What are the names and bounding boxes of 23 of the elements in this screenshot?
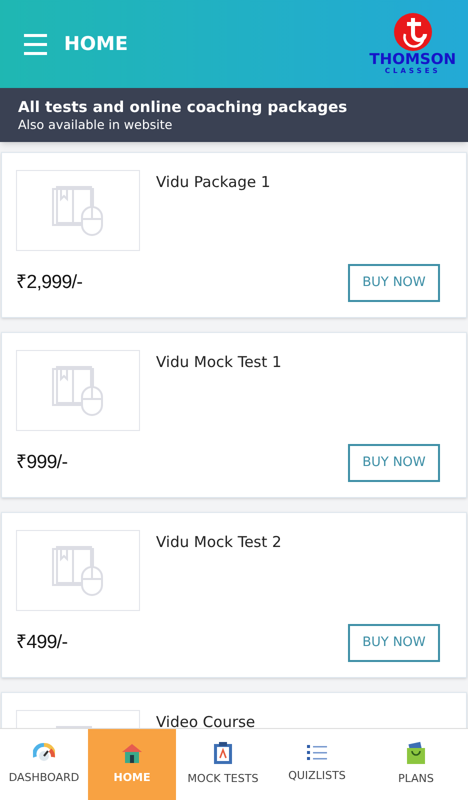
- logo-name: THOMSON: [369, 52, 456, 68]
- product-title: Vidu Package 1: [156, 172, 270, 193]
- buy-now-button[interactable]: BUY NOW: [348, 264, 440, 302]
- book-mouse-icon: [51, 544, 105, 596]
- buy-now-button[interactable]: BUY NOW: [348, 444, 440, 482]
- banner-title: All tests and online coaching packages: [18, 98, 348, 117]
- product-price: ₹999/-: [16, 450, 68, 475]
- product-price: ₹499/-: [16, 630, 68, 655]
- banner-subtitle: Also available in website: [18, 116, 174, 132]
- book-mouse-icon: [51, 184, 105, 236]
- shopping-bag-icon: [405, 741, 427, 766]
- clipboard-icon: [212, 741, 234, 766]
- buy-now-button[interactable]: BUY NOW: [348, 624, 440, 662]
- product-title: Video Course: [156, 712, 256, 728]
- product-price: ₹2,999/-: [16, 270, 82, 295]
- product-title: Vidu Mock Test 1: [156, 352, 282, 373]
- list-icon: [307, 744, 327, 762]
- page-title: HOME: [64, 32, 128, 57]
- logo-icon: [392, 12, 433, 52]
- menu-icon[interactable]: [24, 34, 47, 54]
- house-icon: [121, 742, 143, 764]
- book-mouse-icon: [51, 364, 105, 416]
- product-title: Vidu Mock Test 2: [156, 532, 282, 553]
